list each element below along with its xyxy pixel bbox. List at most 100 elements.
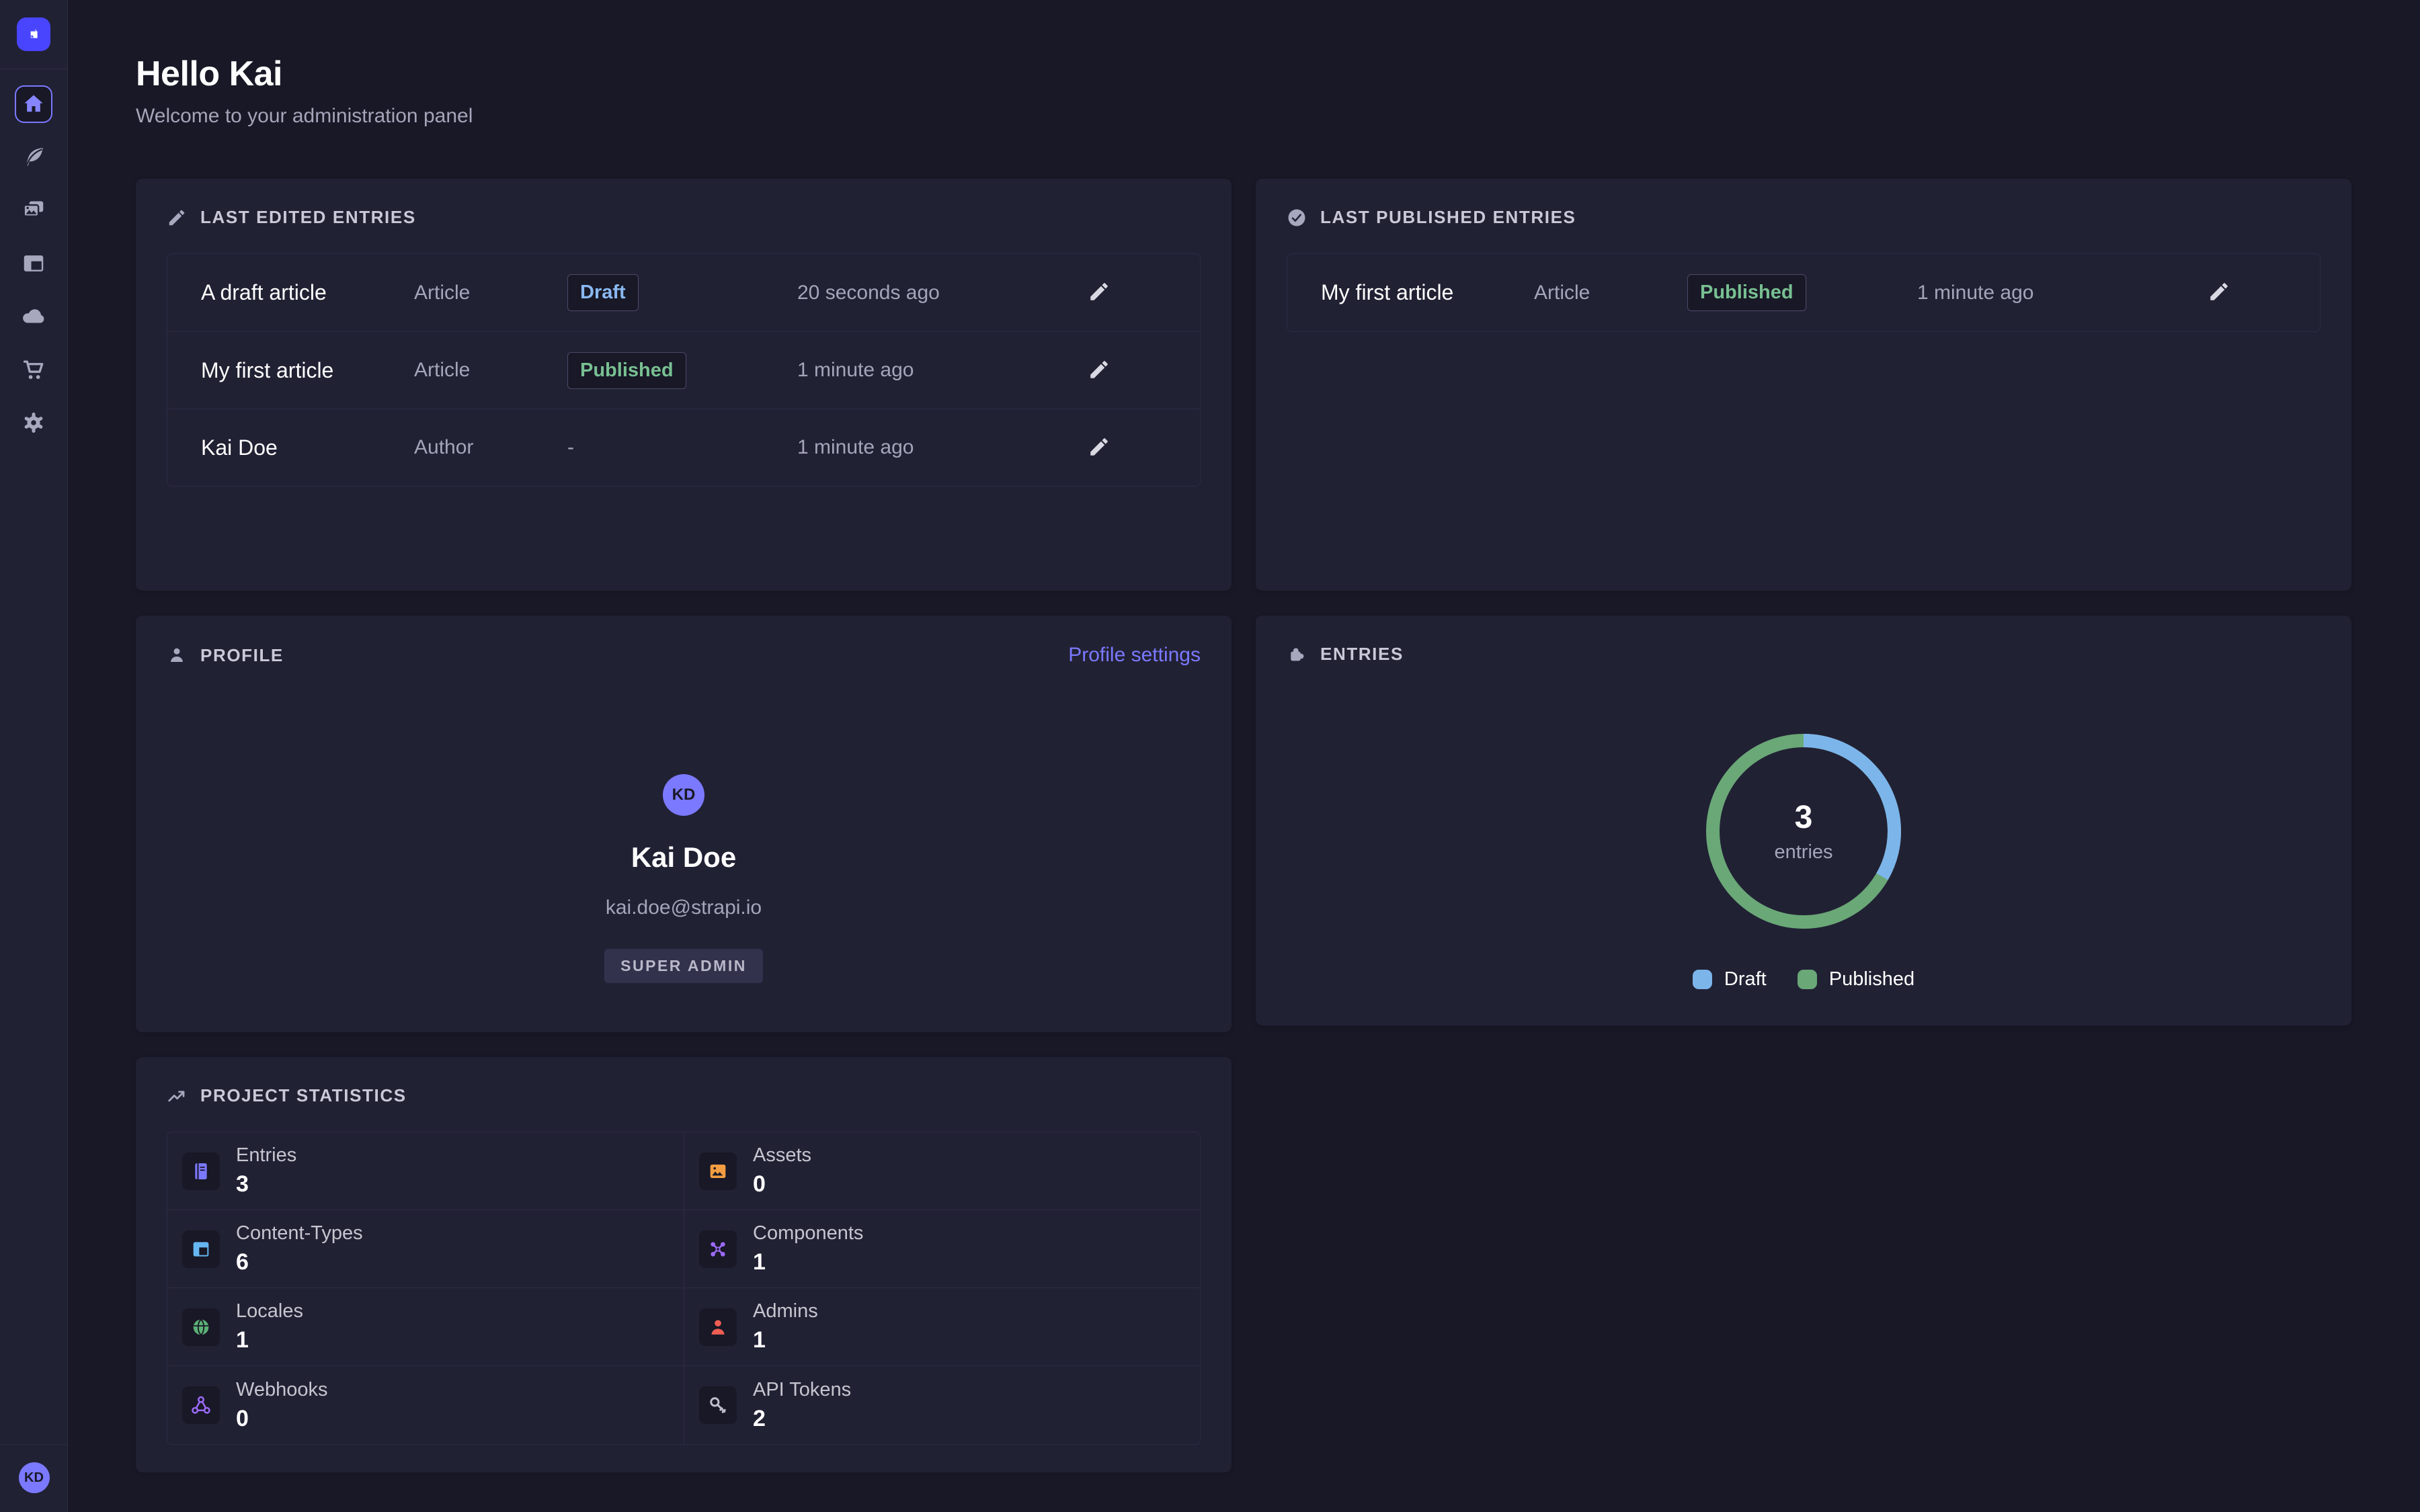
main-navigation [15,85,52,457]
pencil-icon [167,208,187,228]
key-icon [699,1386,737,1424]
sidebar-item-home[interactable] [15,85,52,123]
cart-icon [21,357,46,382]
sidebar: KD [0,0,68,1512]
entry-name: My first article [201,358,414,383]
legend-item-published: Published [1798,968,1914,991]
sidebar-item-content-manager[interactable] [15,138,52,176]
legend-item-draft: Draft [1693,968,1767,991]
panel-header: PROFILE Profile settings [167,616,1201,667]
profile-body: KD Kai Doe kai.doe@strapi.io SUPER ADMIN [167,774,1201,983]
cloud-icon [21,304,46,329]
stat-item-entries: Entries 3 [167,1132,684,1210]
entry-time: 1 minute ago [797,359,1086,382]
table-row: My first article Article Published 1 min… [167,331,1200,409]
stat-item-api-tokens: API Tokens 2 [684,1366,1200,1444]
sidebar-footer: KD [0,1444,68,1512]
main-content: Hello Kai Welcome to your administration… [68,0,2420,1512]
pencil-icon [1088,435,1111,458]
stat-item-webhooks: Webhooks 0 [167,1366,684,1444]
entries-donut-chart: 3 entries [1703,730,1904,932]
page-title: Hello Kai [136,54,2351,94]
sidebar-item-content-type-builder[interactable] [15,245,52,282]
edit-entry-button[interactable] [2206,280,2232,306]
check-circle-icon [1287,208,1307,228]
home-icon [21,91,46,117]
puzzle-icon [699,1230,737,1268]
profile-panel: PROFILE Profile settings KD Kai Doe kai.… [136,616,1232,1032]
published-color-swatch [1798,970,1817,989]
panel-title: PROJECT STATISTICS [200,1085,407,1106]
media-library-icon [21,198,46,223]
edit-entry-button[interactable] [1086,357,1113,384]
donut-center-label: 3 entries [1703,730,1904,932]
layout-icon [182,1230,220,1268]
profile-settings-link[interactable]: Profile settings [1068,644,1201,667]
last-edited-table: A draft article Article Draft 20 seconds… [167,253,1201,487]
layout-icon [21,251,46,276]
status-badge: Published [1687,274,1806,311]
strapi-logo[interactable] [17,17,50,51]
stats-table: Entries 3 Assets 0 [167,1132,1201,1445]
user-avatar[interactable]: KD [19,1462,50,1493]
status-badge: Published [567,352,686,389]
pencil-icon [2208,280,2230,303]
profile-name: Kai Doe [167,841,1201,874]
entries-panel: ENTRIES 3 entries Draft P [1256,616,2351,1025]
pencil-icon [1088,358,1111,381]
sidebar-item-media-library[interactable] [15,192,52,229]
profile-email: kai.doe@strapi.io [167,896,1201,919]
panel-header: LAST PUBLISHED ENTRIES [1287,179,2321,228]
entries-count: 3 [1795,799,1813,836]
panel-header: PROJECT STATISTICS [167,1057,1201,1106]
dashboard-grid: LAST EDITED ENTRIES A draft article Arti… [136,179,2351,1472]
last-published-table: My first article Article Published 1 min… [1287,253,2321,332]
stat-item-locales: Locales 1 [167,1288,684,1366]
stat-item-components: Components 1 [684,1210,1200,1288]
entry-name: My first article [1321,280,1534,305]
entry-time: 1 minute ago [1917,282,2206,304]
sidebar-item-deploy[interactable] [15,298,52,335]
puzzle-cluster-icon [1287,644,1307,665]
panel-header: LAST EDITED ENTRIES [167,179,1201,228]
entry-name: Kai Doe [201,435,414,460]
book-icon [182,1152,220,1190]
sidebar-item-marketplace[interactable] [15,351,52,388]
project-statistics-panel: PROJECT STATISTICS Entries 3 [136,1057,1232,1472]
edit-entry-button[interactable] [1086,434,1113,461]
panel-header: ENTRIES [1287,616,2321,665]
entry-type: Author [414,436,567,459]
gear-icon [21,410,46,435]
feather-icon [21,144,46,170]
person-icon [699,1308,737,1346]
trending-up-icon [167,1086,187,1106]
last-published-entries-panel: LAST PUBLISHED ENTRIES My first article … [1256,179,2351,591]
person-icon [167,645,187,665]
last-edited-entries-panel: LAST EDITED ENTRIES A draft article Arti… [136,179,1232,591]
edit-entry-button[interactable] [1086,280,1113,306]
entry-type: Article [414,282,567,304]
strapi-logo-icon [24,24,44,44]
entry-type: Article [1534,282,1687,304]
entry-name: A draft article [201,280,414,305]
status-empty: - [567,436,797,459]
stat-item-assets: Assets 0 [684,1132,1200,1210]
status-badge: Draft [567,274,639,311]
page-subtitle: Welcome to your administration panel [136,105,2351,128]
stat-item-admins: Admins 1 [684,1288,1200,1366]
role-badge: SUPER ADMIN [604,949,763,983]
stat-item-content-types: Content-Types 6 [167,1210,684,1288]
entry-time: 20 seconds ago [797,282,1086,304]
image-icon [699,1152,737,1190]
pencil-icon [1088,280,1111,303]
webhooks-icon [182,1386,220,1424]
draft-color-swatch [1693,970,1712,989]
entries-count-label: entries [1774,841,1832,864]
panel-title: LAST EDITED ENTRIES [200,207,416,228]
sidebar-item-settings[interactable] [15,404,52,442]
entry-type: Article [414,359,567,382]
table-row: Kai Doe Author - 1 minute ago [167,409,1200,486]
panel-title: LAST PUBLISHED ENTRIES [1320,207,1576,228]
page-header: Hello Kai Welcome to your administration… [136,54,2351,128]
profile-avatar[interactable]: KD [663,774,704,816]
